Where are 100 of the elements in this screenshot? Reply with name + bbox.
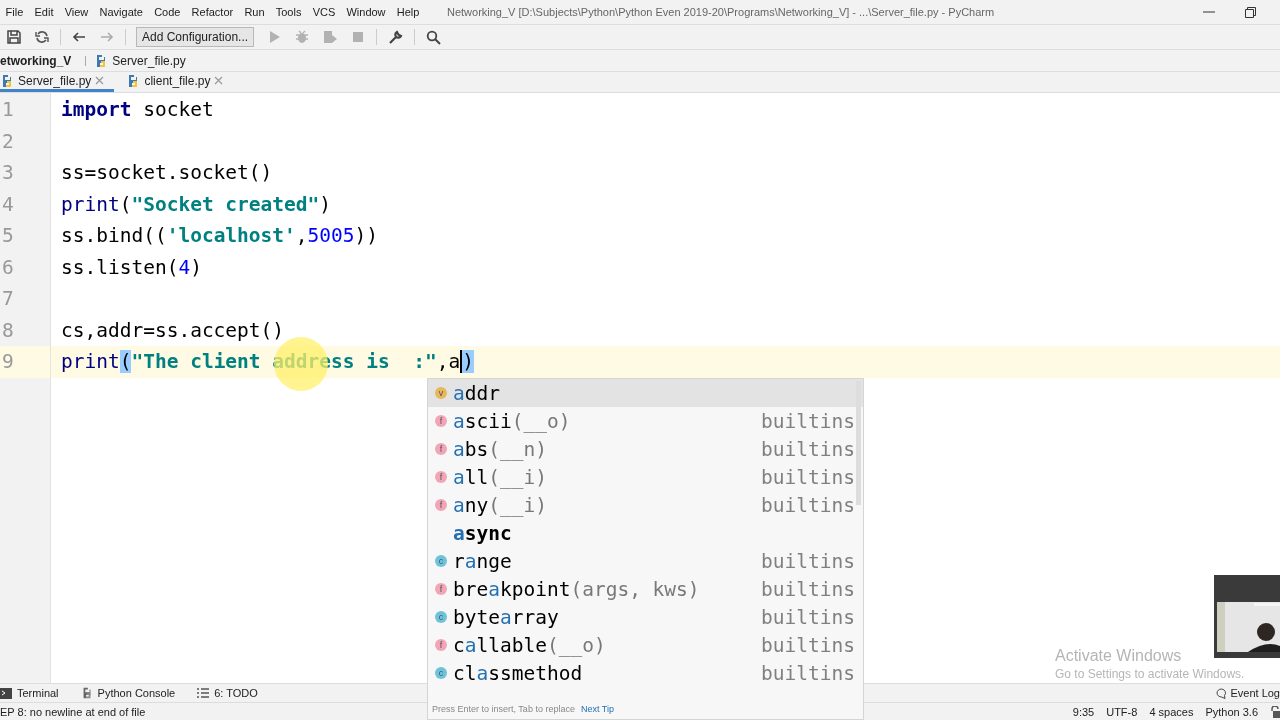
completion-name: callable(__o) (453, 633, 607, 657)
menu-item[interactable]: Edit (28, 6, 60, 18)
tab-label[interactable]: Server_file.py (18, 73, 92, 88)
menu-item[interactable]: View (59, 6, 94, 18)
event-log-button[interactable]: Event Log (1216, 687, 1280, 699)
completion-name: bytea rray (453, 605, 560, 629)
activation-title: Activate Windows (1055, 647, 1183, 665)
caret-position[interactable]: 9:35 (1072, 705, 1095, 718)
list-icon (197, 687, 210, 699)
completion-name: async (453, 521, 513, 545)
completion-source: builtins (761, 605, 855, 629)
tool-window-button[interactable]: Python Console (80, 687, 176, 699)
line-number: 7 (1, 286, 15, 312)
menu-item[interactable]: VCS (307, 6, 341, 18)
completion-item[interactable]: async (428, 519, 863, 547)
completion-item[interactable]: c classmethod builtins (428, 659, 863, 687)
completion-source: builtins (761, 493, 855, 517)
python-file-icon (0, 73, 14, 88)
save-icon[interactable] (7, 30, 21, 44)
class-badge: c (435, 611, 447, 623)
function-badge: f (435, 499, 447, 511)
completion-item[interactable]: f any(__i) builtins (428, 491, 863, 519)
search-icon[interactable] (426, 29, 442, 45)
completion-item[interactable]: c range builtins (428, 547, 863, 575)
line-number: 1 (1, 97, 15, 123)
project-crumb[interactable]: etworking_V (0, 53, 72, 68)
completion-source: builtins (761, 437, 855, 461)
back-arrow-icon[interactable] (72, 30, 86, 44)
line-number: 8 (1, 317, 15, 344)
terminal-icon (0, 687, 12, 699)
code-line: print("Socket created") (61, 192, 332, 216)
restore-icon[interactable] (1245, 6, 1256, 18)
line-number: 5 (1, 223, 15, 249)
function-badge: f (435, 583, 447, 595)
code-line: ss.bind(('localhost',5005)) (61, 224, 378, 247)
menu-item[interactable]: File (0, 6, 29, 18)
tool-window-button[interactable]: 6: TODO (197, 687, 258, 699)
file-tab[interactable]: client_file.py (126, 72, 234, 92)
completion-name: classmethod (453, 661, 584, 685)
completion-item[interactable]: f ascii(__o) builtins (428, 407, 863, 435)
function-badge: f (435, 443, 447, 455)
menu-item[interactable]: Tools (270, 6, 308, 18)
completion-name: abs(__n) (453, 437, 548, 461)
completion-name: range (453, 549, 513, 573)
python-interpreter[interactable]: Python 3.6 (1205, 705, 1258, 718)
menu-item[interactable]: Run (238, 6, 271, 18)
wrench-icon[interactable] (388, 29, 404, 45)
completion-item[interactable]: v addr (428, 379, 863, 407)
add-configuration-button[interactable]: Add Configuration... (136, 27, 255, 47)
menu-item[interactable]: Navigate (93, 6, 149, 18)
tab-label[interactable]: client_file.py (144, 73, 211, 88)
menu-item[interactable]: Window (340, 6, 392, 18)
window-title: Networking_V [D:\Subjects\Python\Python Even 2019-20\Programs\Networking_V] - ...\Server_file.py - PyCharm (446, 6, 996, 18)
completion-item[interactable]: f breakpoint(args, kws) builtins (428, 575, 863, 603)
completion-item[interactable]: f all(__i) builtins (428, 463, 863, 491)
completion-source: builtins (761, 633, 855, 657)
completion-name: all(__i) (453, 465, 548, 489)
line-number: 6 (1, 254, 15, 281)
function-badge: f (435, 415, 447, 427)
completion-item[interactable]: f abs(__n) builtins (428, 435, 863, 463)
completion-hint: Press Enter to insert, Tab to replace (432, 704, 575, 714)
code-line: ss=socket.socket() (61, 161, 273, 184)
line-number: 3 (1, 160, 15, 186)
line-number: 9 (0, 346, 50, 378)
completion-name: addr (453, 381, 501, 405)
next-tip-link[interactable]: Next Tip (580, 704, 614, 714)
menu-item[interactable]: Refactor (186, 6, 239, 18)
speech-bubble-icon (1216, 687, 1228, 699)
completion-source: builtins (761, 409, 855, 433)
file-crumb[interactable]: Server_file.py (112, 53, 186, 68)
completion-item[interactable]: c bytea rray builtins (428, 603, 863, 631)
file-encoding[interactable]: UTF-8 (1106, 705, 1138, 718)
status-message: EP 8: no newline at end of file (0, 705, 146, 718)
tool-window-button[interactable]: Terminal (0, 687, 59, 699)
indent-setting[interactable]: 4 spaces (1149, 705, 1194, 718)
line-number: 2 (1, 128, 15, 155)
completion-item[interactable]: f callable(__o) builtins (428, 631, 863, 659)
completion-source: builtins (761, 465, 855, 489)
menu-item[interactable]: Code (148, 6, 186, 18)
code-line: cs,addr=ss.accept() (61, 318, 285, 342)
completion-name: any(__i) (453, 493, 548, 517)
activation-subtitle: Go to Settings to activate Windows. (1055, 667, 1245, 681)
close-icon[interactable] (214, 76, 224, 85)
completion-name: ascii(__o) (453, 409, 572, 433)
line-number: 4 (1, 191, 15, 218)
menu-item[interactable]: Help (391, 6, 425, 18)
function-badge: f (435, 639, 447, 651)
completion-source: builtins (761, 577, 855, 601)
sync-icon[interactable] (35, 30, 49, 44)
completion-name: breakpoint(args, kws) (453, 577, 701, 601)
completion-source: builtins (761, 661, 855, 685)
completion-source: builtins (761, 549, 855, 573)
code-line: import socket (61, 98, 214, 121)
code-line: ss.listen(4) (61, 255, 202, 279)
function-badge: f (435, 471, 447, 483)
class-badge: c (435, 555, 447, 567)
close-icon[interactable] (95, 76, 105, 85)
variable-badge: v (435, 387, 447, 399)
class-badge: c (435, 667, 447, 679)
lock-icon[interactable] (1270, 705, 1280, 718)
